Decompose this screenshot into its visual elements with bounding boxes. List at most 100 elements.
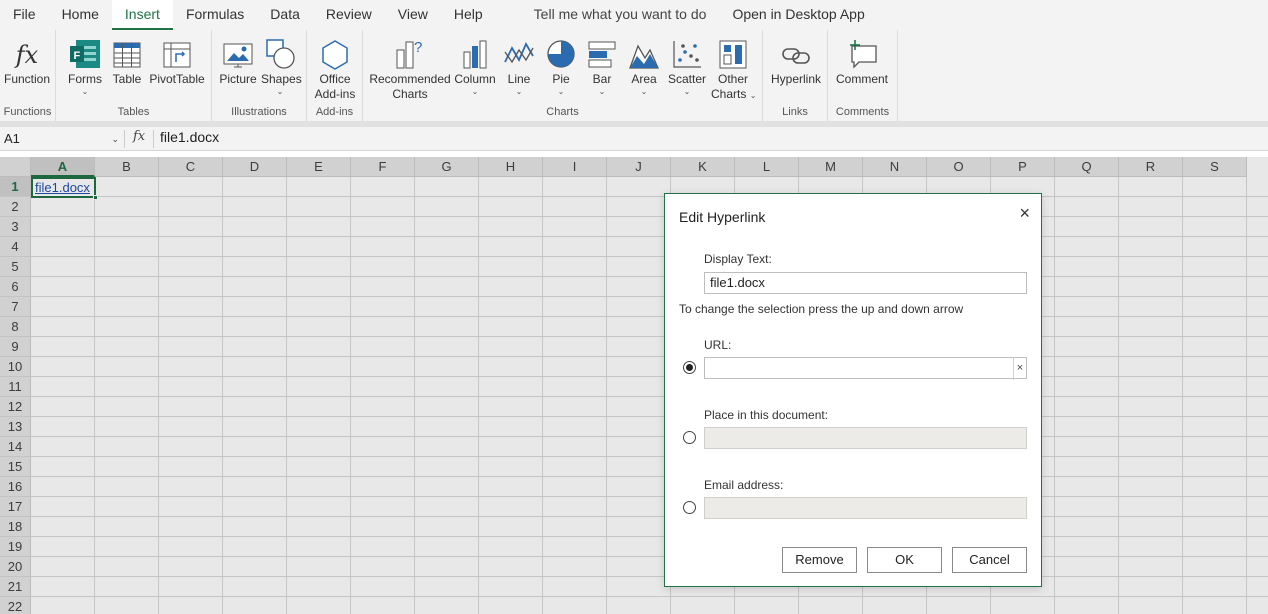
picture-label: Picture <box>219 72 257 86</box>
line-chart-icon <box>501 34 537 70</box>
function-label: Function <box>4 72 51 86</box>
menu-formulas[interactable]: Formulas <box>173 0 257 30</box>
hyperlink-button[interactable]: Hyperlink <box>768 34 824 87</box>
comment-label: Comment <box>835 72 888 86</box>
group-label-links: Links <box>782 106 808 118</box>
chevron-down-icon: ⌄ <box>515 87 523 96</box>
menu-help[interactable]: Help <box>441 0 496 30</box>
other-charts-icon <box>711 34 755 70</box>
group-label-charts: Charts <box>546 106 579 118</box>
line-chart-button[interactable]: Line ⌄ <box>501 34 537 97</box>
menu-data[interactable]: Data <box>257 0 313 30</box>
picture-button[interactable]: Picture <box>218 34 258 87</box>
function-icon: fx <box>15 41 39 69</box>
menu-file[interactable]: File <box>0 0 49 30</box>
pie-chart-label: Pie <box>552 72 570 86</box>
group-addins: Office Add-ins Add-ins <box>307 30 363 121</box>
forms-icon: F <box>64 34 106 70</box>
name-box-value: A1 <box>4 131 20 146</box>
remove-button[interactable]: Remove <box>782 547 857 573</box>
column-chart-button[interactable]: Column ⌄ <box>452 34 498 97</box>
menu-bar: File Home Insert Formulas Data Review Vi… <box>0 0 1268 30</box>
email-address-radio[interactable] <box>683 501 696 514</box>
chevron-down-icon: ⌄ <box>557 87 565 96</box>
scatter-chart-button[interactable]: Scatter ⌄ <box>666 34 708 97</box>
link-icon <box>768 34 824 70</box>
function-button[interactable]: fx Function <box>4 34 50 87</box>
picture-icon <box>218 34 258 70</box>
display-text-input[interactable]: file1.docx <box>704 272 1027 294</box>
bar-chart-button[interactable]: Bar ⌄ <box>585 34 619 97</box>
forms-button[interactable]: F Forms ⌄ <box>64 34 106 97</box>
group-label-illustrations: Illustrations <box>231 106 287 118</box>
email-address-label: Email address: <box>704 478 784 492</box>
area-chart-label: Area <box>631 72 657 86</box>
office-addins-button[interactable]: Office Add-ins <box>313 34 357 102</box>
selection-hint: To change the selection press the up and… <box>679 302 964 316</box>
fx-icon[interactable]: fx <box>133 129 145 144</box>
ok-button[interactable]: OK <box>867 547 942 573</box>
other-charts-label-2: Charts <box>711 87 747 101</box>
area-chart-button[interactable]: Area ⌄ <box>626 34 662 97</box>
group-illustrations: Picture Shapes ⌄ Illustrations <box>212 30 307 121</box>
recommended-charts-button[interactable]: ? Recommended Charts <box>368 34 452 102</box>
hexagon-icon <box>313 34 357 70</box>
shapes-button[interactable]: Shapes ⌄ <box>261 34 302 97</box>
chevron-down-icon: ⌄ <box>640 87 648 96</box>
group-tables: F Forms ⌄ Table PivotTable Tables <box>56 30 212 121</box>
place-in-document-radio[interactable] <box>683 431 696 444</box>
office-addins-label-2: Add-ins <box>314 87 356 101</box>
place-in-document-label: Place in this document: <box>704 408 829 422</box>
divider <box>124 130 125 148</box>
pivottable-button[interactable]: PivotTable <box>148 34 206 87</box>
scatter-chart-label: Scatter <box>667 72 706 86</box>
group-label-addins: Add-ins <box>315 106 354 118</box>
chevron-down-icon[interactable]: ⌄ <box>111 128 119 150</box>
recommended-charts-label-2: Charts <box>392 87 428 101</box>
cancel-button[interactable]: Cancel <box>952 547 1027 573</box>
hyperlink-label: Hyperlink <box>770 72 821 86</box>
chevron-down-icon: ⌄ <box>81 87 89 96</box>
table-button[interactable]: Table <box>109 34 145 87</box>
column-chart-label: Column <box>454 72 496 86</box>
open-in-desktop-app[interactable]: Open in Desktop App <box>719 0 877 30</box>
line-chart-label: Line <box>507 72 531 86</box>
dialog-title: Edit Hyperlink <box>679 209 766 225</box>
recommended-charts-label-1: Recommended <box>369 72 451 86</box>
comment-icon <box>834 34 890 70</box>
menu-home[interactable]: Home <box>49 0 112 30</box>
pie-chart-button[interactable]: Pie ⌄ <box>544 34 578 97</box>
comment-button[interactable]: Comment <box>834 34 890 87</box>
url-label: URL: <box>704 338 732 352</box>
shapes-icon <box>261 34 299 70</box>
url-radio[interactable] <box>683 361 696 374</box>
url-input[interactable]: × <box>704 357 1027 380</box>
group-label-tables: Tables <box>117 106 150 118</box>
group-label-comments: Comments <box>835 106 890 118</box>
place-in-document-input <box>704 427 1027 449</box>
chevron-down-icon: ⌄ <box>471 87 479 96</box>
group-functions: fx Function Functions <box>0 30 56 121</box>
formula-input[interactable]: file1.docx <box>160 129 219 145</box>
bar-chart-icon <box>585 34 619 70</box>
shapes-label: Shapes <box>261 72 302 86</box>
clear-icon[interactable]: × <box>1013 358 1026 380</box>
recommended-charts-icon: ? <box>368 34 452 70</box>
close-icon[interactable]: × <box>1019 203 1030 224</box>
other-charts-button[interactable]: Other Charts ⌄ <box>711 34 756 103</box>
table-label: Table <box>112 72 142 86</box>
chevron-down-icon: ⌄ <box>276 87 284 96</box>
menu-view[interactable]: View <box>385 0 441 30</box>
menu-insert[interactable]: Insert <box>111 0 173 30</box>
forms-label: Forms <box>68 72 102 86</box>
menu-review[interactable]: Review <box>313 0 385 30</box>
divider <box>153 130 154 148</box>
other-charts-label-1: Other <box>717 72 748 86</box>
tell-me-search[interactable]: Tell me what you want to do <box>521 0 720 30</box>
chevron-down-icon: ⌄ <box>598 87 606 96</box>
formula-bar: A1 ⌄ fx file1.docx <box>0 127 1268 151</box>
name-box[interactable]: A1 ⌄ <box>0 128 122 150</box>
svg-text:?: ? <box>414 39 422 56</box>
area-chart-icon <box>626 34 662 70</box>
column-chart-icon <box>452 34 498 70</box>
